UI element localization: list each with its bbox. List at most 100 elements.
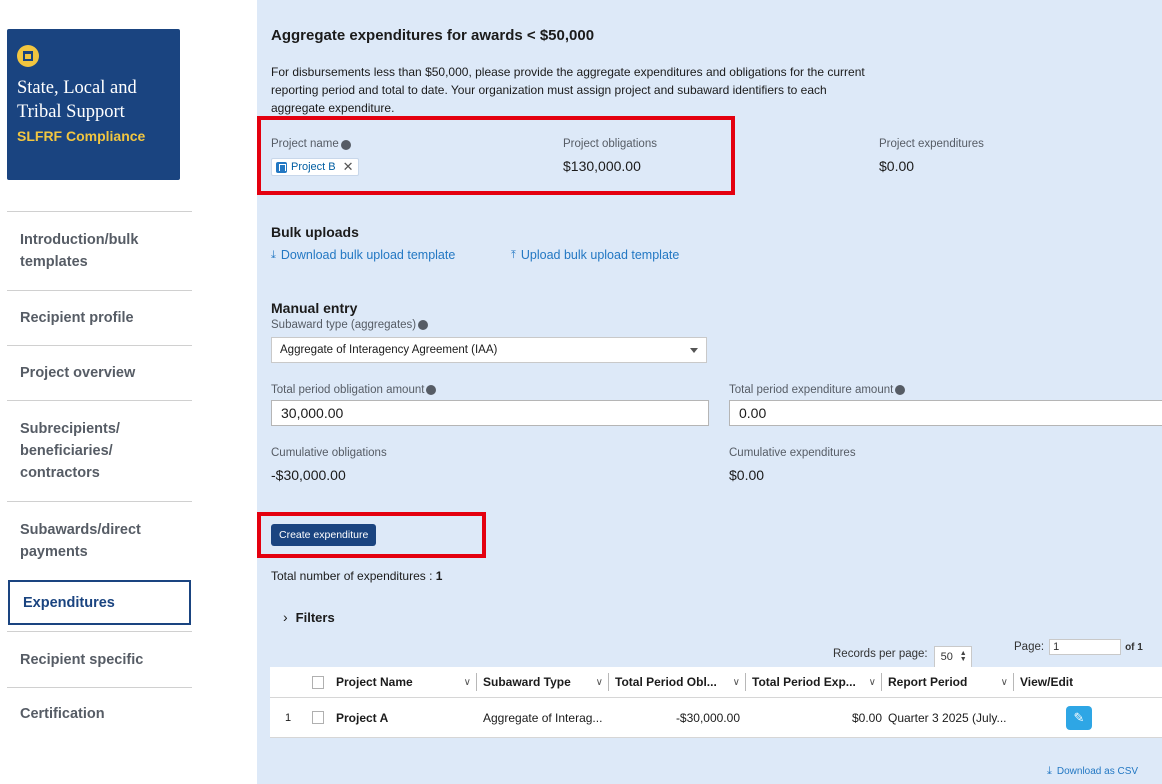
cumulative-obligations-label: Cumulative obligations — [271, 447, 387, 459]
filters-label: Filters — [295, 609, 335, 625]
cell-total-obligation: -$30,000.00 — [675, 710, 740, 725]
records-per-page: Records per page: 50 ▲ ▼ — [833, 640, 972, 668]
sidebar-item-label: Recipient profile — [20, 310, 134, 326]
column-header-project-name[interactable]: Project Name ∨ — [330, 667, 477, 697]
cumulative-expenditures-label: Cumulative expenditures — [729, 447, 856, 459]
logo-title: State, Local and Tribal Support — [17, 78, 137, 122]
column-header-label: Total Period Obl... — [615, 675, 717, 689]
cell-project-name: Project A — [336, 710, 389, 725]
sidebar-item-label: Subawards/direct payments — [20, 522, 141, 560]
upload-template-label: Upload bulk upload template — [520, 248, 680, 262]
records-per-page-value: 50 — [940, 651, 953, 663]
column-header-total-obligation[interactable]: Total Period Obl... ∨ — [609, 667, 746, 697]
header-select — [306, 667, 330, 697]
download-icon: ⤓ — [1047, 765, 1052, 777]
download-icon: ⤓ — [271, 248, 276, 261]
highlight-box-create — [257, 512, 486, 558]
subaward-type-label-text: Subaward type (aggregates) — [271, 319, 417, 331]
page-control: Page: 1 of 1 — [1014, 639, 1143, 655]
column-header-label: Total Period Exp... — [752, 675, 856, 689]
total-expenditure-label-text: Total period expenditure amount — [729, 384, 894, 396]
total-obligation-label: Total period obligation amount — [271, 384, 437, 396]
filters-toggle[interactable]: › Filters — [283, 609, 335, 625]
highlight-box-project — [257, 116, 735, 195]
page-input[interactable]: 1 — [1049, 639, 1122, 655]
page-title: Aggregate expenditures for awards < $50,… — [271, 27, 595, 44]
sidebar-item-label: Recipient specific — [20, 651, 144, 668]
sidebar-item-project-overview[interactable]: Project overview — [7, 345, 192, 400]
cell-subaward-type: Aggregate of Interag... — [483, 710, 603, 725]
info-icon[interactable] — [426, 385, 437, 395]
select-all-checkbox[interactable] — [312, 675, 324, 689]
header-index — [270, 667, 306, 697]
sidebar-item-recipient-specific[interactable]: Recipient specific — [7, 631, 192, 687]
table-header: Project Name ∨ Subaward Type ∨ Total Perio… — [270, 667, 1162, 698]
cumulative-expenditures-value: $0.00 — [729, 467, 765, 483]
total-expenditure-input[interactable]: 0.00 — [729, 400, 1162, 426]
pencil-icon: ✎ — [1073, 709, 1085, 725]
info-icon[interactable] — [895, 385, 906, 395]
chevron-down-icon — [690, 347, 698, 353]
table-row: 1 Project A Aggregate of Interag... -$30… — [270, 698, 1162, 738]
total-expenditure-label: Total period expenditure amount — [729, 384, 906, 396]
records-per-page-stepper[interactable]: 50 ▲ ▼ — [933, 646, 972, 668]
page-total: of 1 — [1125, 641, 1143, 653]
sidebar-item-label: Introduction/bulk templates — [20, 232, 139, 270]
sidebar-item-label: Project overview — [20, 365, 136, 381]
total-obligation-input[interactable]: 30,000.00 — [271, 400, 709, 426]
download-csv-label: Download as CSV — [1056, 766, 1139, 777]
cell-total-expenditure: $0.00 — [851, 710, 882, 725]
column-header-label: View/Edit — [1020, 675, 1074, 689]
shield-logo-icon — [17, 45, 39, 67]
subaward-type-select[interactable]: Aggregate of Interagency Agreement (IAA) — [271, 337, 707, 363]
download-template-link[interactable]: ⤓ Download bulk upload template — [271, 248, 455, 262]
project-expenditures-value: $0.00 — [879, 158, 915, 174]
bulk-uploads-title: Bulk uploads — [271, 224, 359, 240]
column-header-view-edit: View/Edit — [1014, 667, 1162, 697]
chevron-down-icon: ∨ — [732, 676, 740, 688]
sidebar-item-expenditures[interactable]: Expenditures — [8, 580, 191, 625]
sidebar-item-certification[interactable]: Certification — [7, 687, 192, 739]
subaward-type-value: Aggregate of Interagency Agreement (IAA) — [280, 344, 498, 356]
sidebar-item-label: Expenditures — [23, 594, 115, 611]
sidebar-nav: Introduction/bulk templates Recipient pr… — [7, 211, 192, 739]
expenditures-table: Project Name ∨ Subaward Type ∨ Total Perio… — [270, 667, 1162, 738]
app-logo-card: State, Local and Tribal Support SLFRF Co… — [7, 29, 180, 180]
project-expenditures-label: Project expenditures — [879, 138, 984, 150]
upload-template-link[interactable]: ⤒ Upload bulk upload template — [511, 248, 679, 262]
manual-entry-title: Manual entry — [271, 300, 358, 316]
column-header-subaward-type[interactable]: Subaward Type ∨ — [477, 667, 609, 697]
row-checkbox[interactable] — [312, 711, 324, 724]
info-icon[interactable] — [418, 320, 429, 330]
chevron-down-icon: ∨ — [463, 676, 471, 688]
chevron-down-icon: ∨ — [1000, 676, 1008, 688]
records-per-page-label: Records per page: — [833, 648, 928, 660]
cell-report-period: Quarter 3 2025 (July... — [888, 710, 1007, 725]
sidebar-item-label: Certification — [20, 705, 105, 722]
chevron-right-icon: › — [283, 609, 288, 625]
total-count-label: Total number of expenditures : — [271, 569, 436, 583]
sidebar-item-label: Subrecipients/ beneficiaries/ contractor… — [20, 421, 120, 481]
row-select — [306, 698, 330, 737]
row-index: 1 — [284, 711, 292, 724]
chevron-down-icon: ∨ — [868, 676, 876, 688]
cell-view-edit: ✎ — [1014, 698, 1162, 737]
chevron-down-icon: ∨ — [595, 676, 603, 688]
column-header-report-period[interactable]: Report Period ∨ — [882, 667, 1014, 697]
column-header-label: Subaward Type — [483, 675, 571, 689]
sidebar-item-subawards[interactable]: Subawards/direct payments — [7, 501, 192, 580]
logo-subtitle: SLFRF Compliance — [17, 128, 146, 144]
page-label: Page: — [1014, 641, 1045, 653]
column-header-label: Project Name — [336, 675, 413, 689]
upload-icon: ⤒ — [511, 248, 516, 261]
download-template-label: Download bulk upload template — [280, 248, 456, 262]
cumulative-obligations-value: -$30,000.00 — [271, 467, 346, 483]
sidebar-item-introduction[interactable]: Introduction/bulk templates — [7, 211, 192, 290]
stepper-arrows-icon[interactable]: ▲ ▼ — [960, 650, 967, 663]
edit-button[interactable]: ✎ — [1066, 705, 1092, 730]
sidebar-item-recipient-profile[interactable]: Recipient profile — [7, 290, 192, 345]
subaward-type-label: Subaward type (aggregates) — [271, 319, 429, 331]
sidebar-item-subrecipients[interactable]: Subrecipients/ beneficiaries/ contractor… — [7, 400, 192, 501]
column-header-total-expenditure[interactable]: Total Period Exp... ∨ — [746, 667, 882, 697]
download-csv-link[interactable]: ⤓ Download as CSV — [1047, 765, 1138, 778]
